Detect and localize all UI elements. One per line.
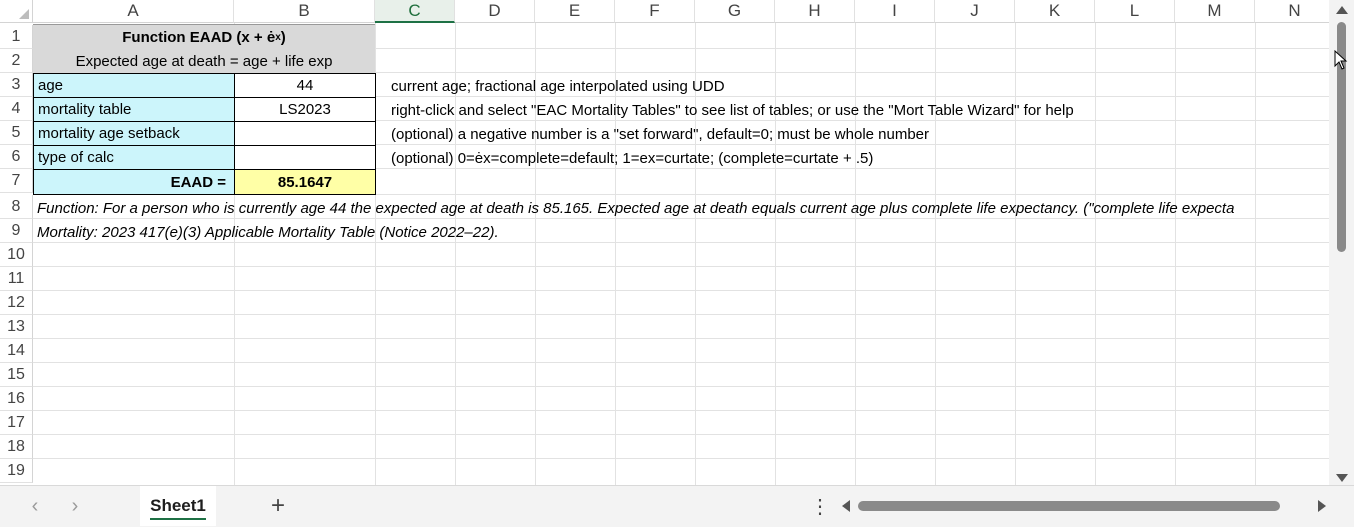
col-header-b[interactable]: B: [234, 0, 375, 23]
cell-b6[interactable]: [234, 145, 376, 170]
mouse-pointer-icon: [1334, 50, 1348, 70]
row-header-18[interactable]: 18: [0, 435, 33, 459]
spreadsheet-grid[interactable]: A B C D E F G H I J K L M N 1 2 3 4 5 6 …: [0, 0, 1329, 485]
row-header-5[interactable]: 5: [0, 121, 33, 145]
active-tab-underline: [150, 518, 206, 520]
gridline: [775, 23, 776, 485]
row-header-8[interactable]: 8: [0, 195, 33, 219]
cell-a2-subtitle[interactable]: Expected age at death = age + life exp: [33, 49, 375, 73]
gridline: [33, 266, 1329, 267]
row-header-4[interactable]: 4: [0, 97, 33, 121]
title-close: ): [280, 28, 286, 46]
gridline: [33, 338, 1329, 339]
row-header-13[interactable]: 13: [0, 315, 33, 339]
row-header-2[interactable]: 2: [0, 49, 33, 73]
cell-b7-result[interactable]: 85.1647: [234, 169, 376, 195]
row-header-6[interactable]: 6: [0, 145, 33, 169]
col-header-i[interactable]: I: [855, 0, 935, 23]
row-header-19[interactable]: 19: [0, 459, 33, 483]
cell-b4[interactable]: LS2023: [234, 97, 376, 122]
col-header-e[interactable]: E: [535, 0, 615, 23]
row-header-16[interactable]: 16: [0, 387, 33, 411]
col-header-a[interactable]: A: [33, 0, 234, 23]
row-header-11[interactable]: 11: [0, 267, 33, 291]
add-sheet-button[interactable]: +: [266, 492, 290, 520]
sheet-tab-label: Sheet1: [150, 496, 206, 515]
gridline: [33, 290, 1329, 291]
note-c6[interactable]: (optional) 0=ėx=complete=default; 1=ex=c…: [391, 146, 873, 170]
vertical-scrollbar[interactable]: [1329, 0, 1354, 485]
row-header-10[interactable]: 10: [0, 243, 33, 267]
col-header-f[interactable]: F: [615, 0, 695, 23]
gridline: [33, 434, 1329, 435]
scroll-up-icon[interactable]: [1336, 6, 1348, 14]
title-text: Function EAAD (x + ė: [122, 28, 276, 46]
col-header-g[interactable]: G: [695, 0, 775, 23]
prev-sheet-icon[interactable]: ‹: [24, 495, 46, 518]
row-header-14[interactable]: 14: [0, 339, 33, 363]
cell-a7[interactable]: EAAD =: [33, 169, 235, 195]
gridline: [33, 410, 1329, 411]
col-header-n[interactable]: N: [1255, 0, 1329, 23]
cell-a8-function-note[interactable]: Function: For a person who is currently …: [37, 196, 1234, 220]
note-c5[interactable]: (optional) a negative number is a "set f…: [391, 122, 929, 146]
col-header-m[interactable]: M: [1175, 0, 1255, 23]
horizontal-scrollbar[interactable]: [838, 496, 1332, 516]
scroll-down-icon[interactable]: [1336, 474, 1348, 482]
more-options-icon[interactable]: ⋮: [810, 494, 830, 519]
row-header-9[interactable]: 9: [0, 219, 33, 243]
cell-a6[interactable]: type of calc: [33, 145, 235, 170]
row-header-12[interactable]: 12: [0, 291, 33, 315]
row-header-3[interactable]: 3: [0, 73, 33, 97]
gridline: [33, 386, 1329, 387]
col-header-k[interactable]: K: [1015, 0, 1095, 23]
cell-b3[interactable]: 44: [234, 73, 376, 98]
cell-a1-title[interactable]: Function EAAD (x + ė x): [33, 24, 375, 49]
row-header-7[interactable]: 7: [0, 169, 33, 193]
row-header-1[interactable]: 1: [0, 25, 33, 49]
col-header-h[interactable]: H: [775, 0, 855, 23]
cell-b5[interactable]: [234, 121, 376, 146]
gridline: [33, 458, 1329, 459]
col-header-l[interactable]: L: [1095, 0, 1175, 23]
row-header-17[interactable]: 17: [0, 411, 33, 435]
sheet-tab-bar: ‹ › Sheet1 + ⋮: [0, 485, 1354, 527]
next-sheet-icon[interactable]: ›: [64, 495, 86, 518]
cell-a4[interactable]: mortality table: [33, 97, 235, 122]
horizontal-scroll-thumb[interactable]: [858, 501, 1280, 511]
row-header-15[interactable]: 15: [0, 363, 33, 387]
sheet-tab-sheet1[interactable]: Sheet1: [140, 486, 216, 526]
cell-a5[interactable]: mortality age setback: [33, 121, 235, 146]
scroll-left-icon[interactable]: [842, 500, 850, 512]
scroll-right-icon[interactable]: [1318, 500, 1326, 512]
col-header-c[interactable]: C: [375, 0, 455, 23]
col-header-d[interactable]: D: [455, 0, 535, 23]
gridline: [1095, 23, 1096, 485]
cell-a3[interactable]: age: [33, 73, 235, 98]
gridline: [1175, 23, 1176, 485]
gridline: [1015, 23, 1016, 485]
gridline: [855, 23, 856, 485]
gridline: [1255, 23, 1256, 485]
select-all-corner[interactable]: [0, 0, 33, 23]
gridline: [33, 362, 1329, 363]
cell-a9-mortality-note[interactable]: Mortality: 2023 417(e)(3) Applicable Mor…: [37, 220, 499, 244]
note-c3[interactable]: current age; fractional age interpolated…: [391, 74, 725, 98]
gridline: [33, 314, 1329, 315]
note-c4[interactable]: right-click and select "EAC Mortality Ta…: [391, 98, 1074, 122]
col-header-j[interactable]: J: [935, 0, 1015, 23]
gridline: [935, 23, 936, 485]
